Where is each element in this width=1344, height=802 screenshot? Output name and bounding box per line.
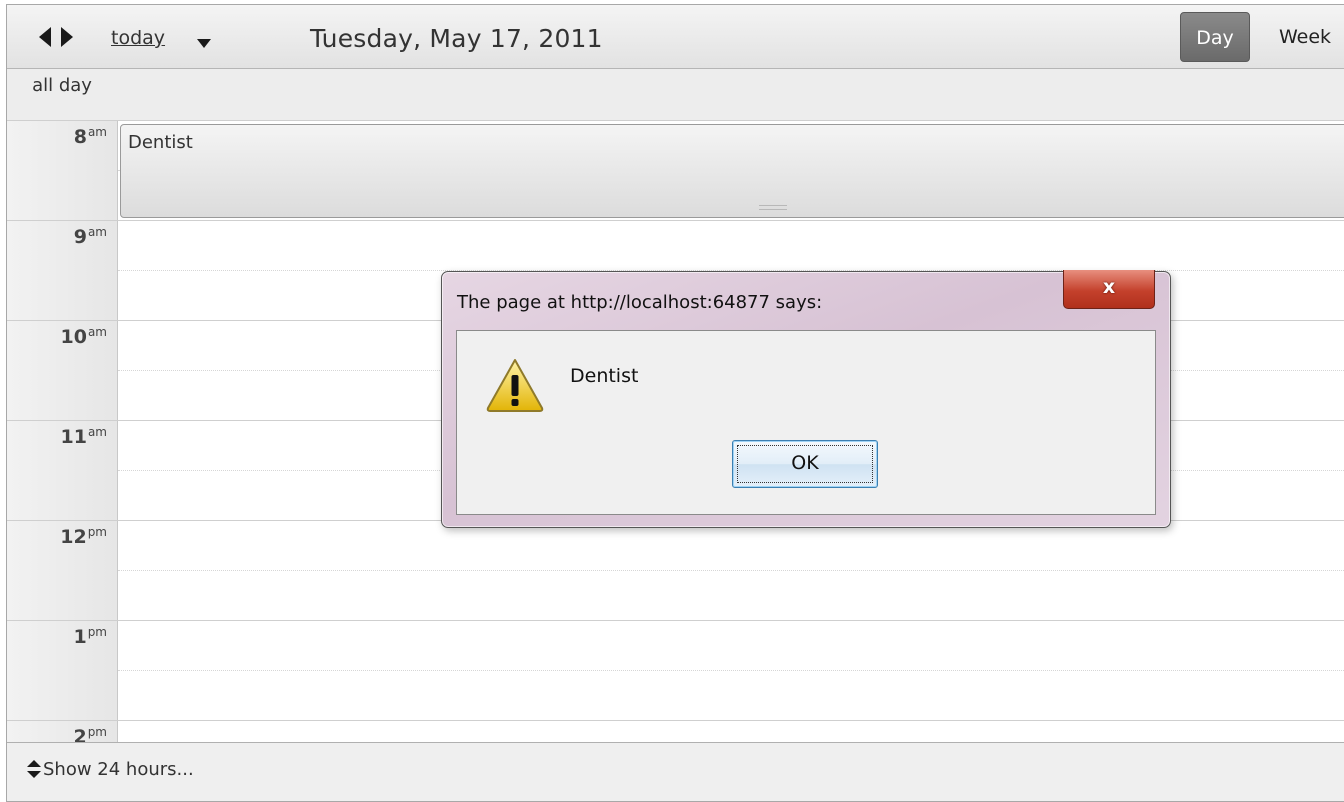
dialog-close-button[interactable]: x	[1063, 270, 1155, 309]
view-week-button[interactable]: Week	[1265, 12, 1344, 62]
ok-button-label: OK	[791, 452, 819, 474]
hour-suffix: pm	[87, 625, 107, 639]
hour-suffix: am	[87, 225, 107, 239]
hour-number: 1	[73, 626, 87, 648]
hour-line	[7, 620, 1344, 621]
hour-label: 8am	[7, 125, 107, 148]
hour-line	[7, 120, 1344, 121]
hour-label: 1pm	[7, 625, 107, 648]
half-hour-line	[118, 670, 1344, 671]
all-day-row[interactable]	[7, 69, 1344, 121]
hour-number: 10	[60, 326, 87, 348]
show-24-hours-link[interactable]: Show 24 hours...	[27, 759, 194, 783]
next-day-button[interactable]	[61, 27, 75, 47]
hour-suffix: am	[87, 325, 107, 339]
hour-line	[7, 220, 1344, 221]
hour-suffix: am	[87, 425, 107, 439]
close-icon: x	[1102, 276, 1116, 298]
all-day-label: all day	[32, 75, 92, 96]
hour-label: 12pm	[7, 525, 107, 548]
dialog-title: The page at http://localhost:64877 says:	[457, 292, 823, 313]
caret-left-icon	[39, 27, 51, 47]
hour-line	[7, 720, 1344, 721]
ok-button[interactable]: OK	[732, 440, 878, 488]
hour-number: 8	[73, 126, 87, 148]
calendar-toolbar: today Tuesday, May 17, 2011 Day Week	[7, 5, 1344, 69]
hour-number: 12	[60, 526, 87, 548]
hour-label: 9am	[7, 225, 107, 248]
calendar-event[interactable]: Dentist	[120, 124, 1344, 218]
show-24-hours-label: Show 24 hours...	[43, 759, 194, 780]
caret-down-icon	[197, 39, 211, 48]
prev-day-button[interactable]	[39, 27, 53, 47]
event-title: Dentist	[128, 132, 193, 153]
hour-suffix: pm	[87, 525, 107, 539]
half-hour-line	[118, 570, 1344, 571]
today-menu-button[interactable]	[197, 33, 211, 52]
warning-icon	[486, 359, 544, 412]
hour-number: 11	[60, 426, 87, 448]
hour-label: 11am	[7, 425, 108, 448]
hour-number: 9	[73, 226, 87, 248]
dialog-body: Dentist OK	[456, 330, 1156, 515]
dialog-message: Dentist	[570, 365, 639, 387]
hour-suffix: am	[87, 125, 107, 139]
current-date-title: Tuesday, May 17, 2011	[310, 24, 603, 53]
hour-label: 10am	[7, 325, 108, 348]
today-link[interactable]: today	[111, 27, 165, 49]
event-resize-handle[interactable]	[759, 205, 787, 210]
caret-right-icon	[61, 27, 73, 47]
calendar-footer: Show 24 hours...	[7, 742, 1344, 801]
up-down-arrows-icon	[27, 760, 41, 783]
alert-dialog: The page at http://localhost:64877 says:…	[441, 270, 1171, 528]
hour-suffix: pm	[87, 725, 107, 739]
view-day-button[interactable]: Day	[1180, 12, 1250, 62]
